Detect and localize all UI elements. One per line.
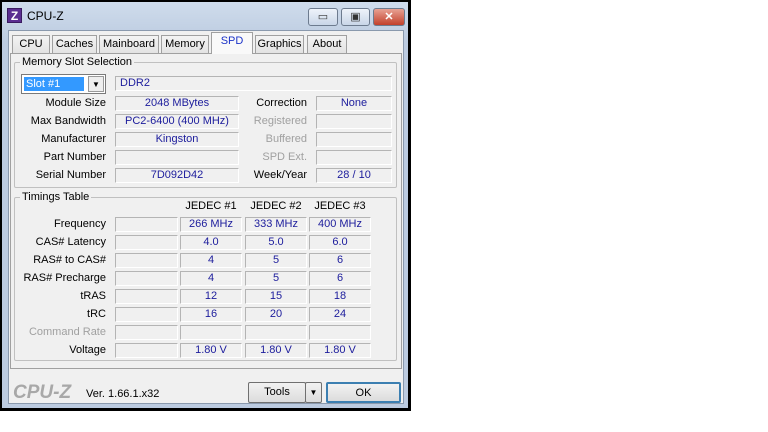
tools-button[interactable]: Tools [248, 382, 306, 403]
timing-value: 15 [245, 289, 307, 304]
timing-value: 266 MHz [180, 217, 242, 232]
field-value [316, 114, 392, 129]
maximize-button[interactable]: ▣ [341, 8, 370, 26]
version-label: Ver. 1.66.1.x32 [86, 388, 160, 400]
close-button[interactable]: ✕ [373, 8, 405, 26]
memory-slot-legend: Memory Slot Selection [20, 56, 135, 68]
timing-value: 4.0 [180, 235, 242, 250]
cpuz-app-icon: Z [7, 8, 22, 23]
tab-memory[interactable]: Memory [161, 35, 209, 53]
timing-blank-cell [115, 235, 178, 250]
timing-value: 4 [180, 271, 242, 286]
timing-label: Command Rate [28, 326, 106, 338]
timing-value: 16 [180, 307, 242, 322]
timing-value: 1.80 V [245, 343, 307, 358]
field-label: Buffered [265, 133, 307, 145]
timing-blank-cell [115, 289, 178, 304]
timing-value: 6.0 [309, 235, 371, 250]
timing-value: 18 [309, 289, 371, 304]
timings-legend: Timings Table [20, 191, 92, 203]
field-label: Manufacturer [41, 133, 106, 145]
ok-button[interactable]: OK [326, 382, 401, 403]
timing-value: 5 [245, 253, 307, 268]
field-label: Module Size [45, 97, 106, 109]
field-value: 28 / 10 [316, 168, 392, 183]
timing-label: Frequency [54, 218, 106, 230]
timing-label: Voltage [69, 344, 106, 356]
timing-value: 1.80 V [309, 343, 371, 358]
timing-value: 333 MHz [245, 217, 307, 232]
timings-column-header: JEDEC #1 [185, 200, 237, 212]
tab-about[interactable]: About [307, 35, 347, 53]
tab-caches[interactable]: Caches [52, 35, 97, 53]
field-value [316, 132, 392, 147]
field-label: Registered [253, 115, 307, 127]
slot-select[interactable]: Slot #1 ▼ [21, 74, 106, 94]
memory-type-field: DDR2 [115, 76, 392, 91]
minimize-button[interactable]: ▭ [308, 8, 338, 26]
timing-blank-cell [115, 307, 178, 322]
timings-column-header: JEDEC #2 [250, 200, 302, 212]
slot-select-value: Slot #1 [24, 77, 84, 91]
timing-value: 6 [309, 253, 371, 268]
tab-cpu[interactable]: CPU [12, 35, 50, 53]
timing-blank-cell [115, 271, 178, 286]
field-value: None [316, 96, 392, 111]
timing-value: 4 [180, 253, 242, 268]
timing-label: tRC [87, 308, 106, 320]
timing-value: 5 [245, 271, 307, 286]
timing-label: RAS# Precharge [23, 272, 106, 284]
field-label: Serial Number [35, 169, 106, 181]
tab-mainboard[interactable]: Mainboard [99, 35, 159, 53]
tab-graphics[interactable]: Graphics [255, 35, 304, 53]
timing-label: tRAS [80, 290, 106, 302]
timing-blank-cell [115, 253, 178, 268]
field-label: Part Number [43, 151, 106, 163]
tab-spd[interactable]: SPD [211, 32, 253, 54]
timing-blank-cell [115, 325, 178, 340]
tools-dropdown-icon[interactable]: ▼ [305, 382, 322, 403]
timing-value [309, 325, 371, 340]
timing-blank-cell [115, 217, 178, 232]
field-label: Max Bandwidth [30, 115, 106, 127]
timing-value: 6 [309, 271, 371, 286]
timing-value: 1.80 V [180, 343, 242, 358]
timing-value: 5.0 [245, 235, 307, 250]
timing-value [245, 325, 307, 340]
field-label: Week/Year [253, 169, 307, 181]
chevron-down-icon[interactable]: ▼ [88, 76, 104, 92]
timings-column-header: JEDEC #3 [314, 200, 366, 212]
cpuz-logo: CPU-Z [13, 382, 72, 403]
timing-label: CAS# Latency [35, 236, 106, 248]
window-title: CPU-Z [27, 9, 64, 23]
timing-value: 24 [309, 307, 371, 322]
timing-value: 400 MHz [309, 217, 371, 232]
timing-value: 20 [245, 307, 307, 322]
field-label: Correction [256, 97, 307, 109]
timing-label: RAS# to CAS# [33, 254, 106, 266]
timing-value [180, 325, 242, 340]
field-label: SPD Ext. [262, 151, 307, 163]
timing-blank-cell [115, 343, 178, 358]
timing-value: 12 [180, 289, 242, 304]
field-value [316, 150, 392, 165]
